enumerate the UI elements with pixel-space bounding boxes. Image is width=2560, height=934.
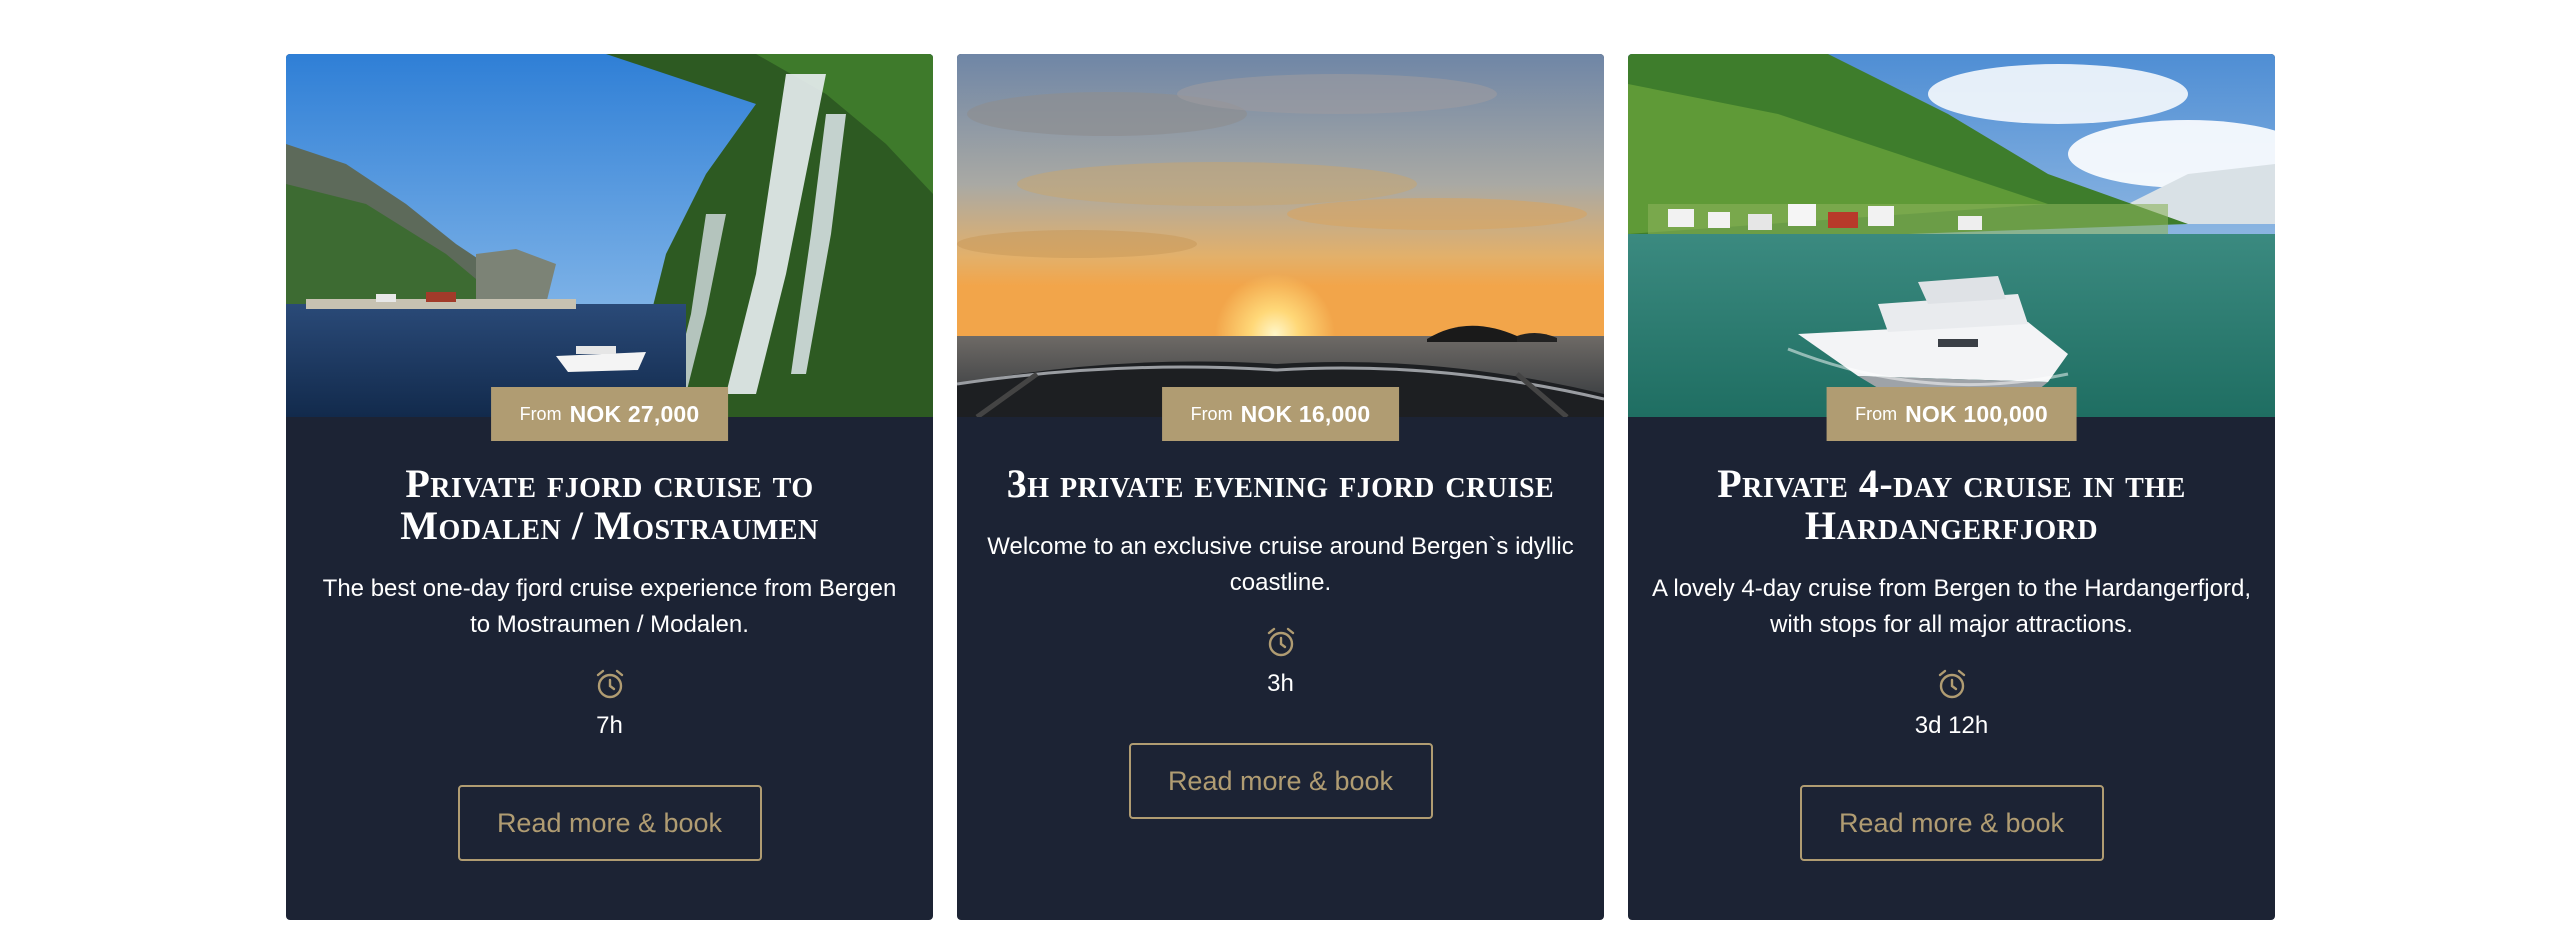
hardangerfjord-yacht-photo: [1628, 54, 2275, 417]
tour-title[interactable]: Private fjord cruise to Modalen / Mostra…: [330, 463, 890, 547]
tour-description: Welcome to an exclusive cruise around Be…: [987, 533, 1574, 596]
price-from-label: From: [1855, 403, 1898, 424]
tour-duration: 7h: [596, 712, 623, 739]
tour-card[interactable]: From NOK 27,000 Private fjord cruise to …: [286, 54, 933, 920]
read-more-book-button[interactable]: Read more & book: [1128, 743, 1433, 819]
price-amount: NOK 27,000: [569, 400, 700, 427]
price-amount: NOK 16,000: [1240, 400, 1371, 427]
tour-card[interactable]: From NOK 100,000 Private 4-day cruise in…: [1628, 54, 2275, 920]
tour-photo[interactable]: [286, 54, 933, 417]
fjord-waterfall-photo: [286, 54, 933, 417]
price-from-label: From: [519, 403, 562, 424]
tour-title[interactable]: Private 4-day cruise in the Hardangerfjo…: [1672, 463, 2232, 547]
tour-duration: 3h: [1267, 670, 1294, 697]
price-badge: From NOK 27,000: [490, 387, 729, 441]
tour-description: A lovely 4-day cruise from Bergen to the…: [1652, 575, 2251, 638]
price-amount: NOK 100,000: [1905, 400, 2048, 427]
sunset-photo: [957, 54, 1604, 417]
read-more-book-button[interactable]: Read more & book: [1799, 785, 2104, 861]
alarm-clock-icon: [1264, 625, 1298, 659]
alarm-clock-icon: [593, 667, 627, 701]
read-more-book-button[interactable]: Read more & book: [457, 785, 762, 861]
tour-title[interactable]: 3h private evening fjord cruise: [1001, 463, 1561, 505]
tour-photo[interactable]: [957, 54, 1604, 417]
alarm-clock-icon: [1935, 667, 1969, 701]
price-badge: From NOK 16,000: [1161, 387, 1400, 441]
price-badge: From NOK 100,000: [1826, 387, 2077, 441]
tour-duration: 3d 12h: [1914, 712, 1989, 739]
tour-photo[interactable]: [1628, 54, 2275, 417]
price-from-label: From: [1190, 403, 1233, 424]
tour-description: The best one-day fjord cruise experience…: [322, 575, 897, 638]
tour-card[interactable]: From NOK 16,000 3h private evening fjord…: [957, 54, 1604, 920]
tour-card-list: From NOK 27,000 Private fjord cruise to …: [286, 54, 2275, 920]
